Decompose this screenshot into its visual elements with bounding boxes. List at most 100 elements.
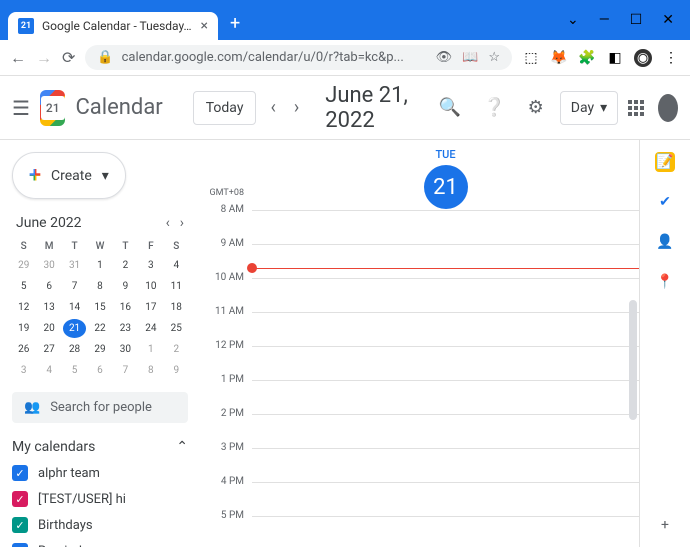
view-selector[interactable]: Day ▾ (560, 91, 618, 125)
browser-tab[interactable]: 21 Google Calendar - Tuesday, June × (8, 12, 218, 40)
prev-period-icon[interactable]: ‹ (266, 97, 279, 118)
time-slot[interactable] (252, 278, 639, 312)
mini-day[interactable]: 29 (88, 340, 111, 359)
new-tab-button[interactable]: + (230, 13, 240, 34)
time-slot[interactable] (252, 210, 639, 244)
tasks-icon[interactable]: ✔ (655, 192, 675, 212)
time-row[interactable]: 1 PM (200, 380, 639, 414)
time-row[interactable]: 3 PM (200, 448, 639, 482)
help-icon[interactable]: ❔ (477, 97, 511, 118)
calendar-checkbox[interactable]: ✓ (12, 543, 28, 547)
mini-day[interactable]: 13 (37, 298, 60, 317)
time-row[interactable]: 8 AM (200, 210, 639, 244)
time-row[interactable]: 12 PM (200, 346, 639, 380)
mini-day[interactable]: 28 (63, 340, 86, 359)
mini-day[interactable]: 21 (63, 319, 86, 338)
search-icon[interactable]: 🔍 (433, 97, 467, 118)
mini-day[interactable]: 27 (37, 340, 60, 359)
mini-day[interactable]: 9 (165, 361, 188, 380)
reload-icon[interactable]: ⟳ (62, 48, 75, 67)
mini-prev-icon[interactable]: ‹ (166, 215, 170, 231)
mini-day[interactable]: 9 (114, 277, 137, 296)
google-apps-icon[interactable] (628, 100, 644, 116)
mini-next-icon[interactable]: › (180, 215, 184, 231)
metamask-icon[interactable]: 🦊 (550, 49, 568, 67)
close-tab-icon[interactable]: × (201, 18, 208, 34)
day-view[interactable]: TUE 21 GMT+08 8 AM9 AM10 AM11 AM12 PM1 P… (200, 140, 640, 547)
mini-day[interactable]: 3 (139, 256, 162, 275)
mini-day[interactable]: 22 (88, 319, 111, 338)
time-slot[interactable] (252, 244, 639, 278)
maps-icon[interactable]: 📍 (655, 272, 675, 292)
day-number-badge[interactable]: 21 (424, 165, 468, 209)
extension-icon-3[interactable]: ◉ (634, 49, 652, 67)
time-slot[interactable] (252, 380, 639, 414)
mini-day[interactable]: 24 (139, 319, 162, 338)
calendar-checkbox[interactable]: ✓ (12, 465, 28, 481)
search-people-input[interactable]: 👥 Search for people (12, 392, 188, 423)
mini-day[interactable]: 5 (12, 277, 35, 296)
eye-icon[interactable]: 👁 (436, 50, 453, 65)
time-slot[interactable] (252, 516, 639, 547)
mini-day[interactable]: 7 (63, 277, 86, 296)
mini-day[interactable]: 14 (63, 298, 86, 317)
mini-day[interactable]: 18 (165, 298, 188, 317)
mini-day[interactable]: 1 (139, 340, 162, 359)
mini-day[interactable]: 11 (165, 277, 188, 296)
scrollbar[interactable] (629, 300, 637, 420)
today-button[interactable]: Today (193, 91, 257, 125)
next-period-icon[interactable]: › (290, 97, 303, 118)
puzzle-icon[interactable]: 🧩 (578, 49, 596, 67)
mini-day[interactable]: 31 (63, 256, 86, 275)
mini-day[interactable]: 20 (37, 319, 60, 338)
close-window-icon[interactable]: ✕ (662, 12, 674, 28)
mini-day[interactable]: 4 (37, 361, 60, 380)
translate-icon[interactable]: 📖 (462, 50, 478, 65)
keep-icon[interactable]: 📝 (655, 152, 675, 172)
mini-day[interactable]: 7 (114, 361, 137, 380)
time-slot[interactable] (252, 414, 639, 448)
star-icon[interactable]: ☆ (488, 50, 500, 65)
mini-day[interactable]: 6 (88, 361, 111, 380)
minimize-icon[interactable]: — (599, 12, 610, 28)
time-row[interactable]: 11 AM (200, 312, 639, 346)
mini-day[interactable]: 2 (165, 340, 188, 359)
calendar-list-item[interactable]: ✓Birthdays (12, 517, 188, 533)
mini-day[interactable]: 6 (37, 277, 60, 296)
my-calendars-header[interactable]: My calendars ⌃ (12, 439, 188, 455)
main-menu-icon[interactable]: ☰ (12, 96, 30, 120)
maximize-icon[interactable]: ☐ (630, 12, 643, 28)
mini-day[interactable]: 23 (114, 319, 137, 338)
time-slot[interactable] (252, 482, 639, 516)
gear-icon[interactable]: ⚙ (522, 97, 550, 118)
contacts-icon[interactable]: 👤 (655, 232, 675, 252)
calendar-checkbox[interactable]: ✓ (12, 491, 28, 507)
extension-icon-1[interactable]: ⬚ (522, 49, 540, 67)
menu-dots-icon[interactable]: ⋮ (662, 49, 680, 67)
mini-day[interactable]: 26 (12, 340, 35, 359)
mini-day[interactable]: 19 (12, 319, 35, 338)
mini-day[interactable]: 1 (88, 256, 111, 275)
add-panel-icon[interactable]: + (655, 515, 675, 535)
url-field[interactable]: 🔒 calendar.google.com/calendar/u/0/r?tab… (85, 45, 512, 70)
mini-day[interactable]: 2 (114, 256, 137, 275)
mini-day[interactable]: 30 (114, 340, 137, 359)
mini-day[interactable]: 10 (139, 277, 162, 296)
time-slot[interactable] (252, 448, 639, 482)
time-row[interactable]: 4 PM (200, 482, 639, 516)
calendar-list-item[interactable]: ✓[TEST/USER] hi (12, 491, 188, 507)
mini-day[interactable]: 5 (63, 361, 86, 380)
mini-day[interactable]: 4 (165, 256, 188, 275)
chevron-down-icon[interactable]: ⌄ (567, 12, 579, 28)
create-button[interactable]: + Create ▾ (12, 152, 126, 199)
mini-day[interactable]: 29 (12, 256, 35, 275)
extension-icon-2[interactable]: ◧ (606, 49, 624, 67)
time-slot[interactable] (252, 312, 639, 346)
forward-icon[interactable]: → (36, 48, 52, 68)
time-row[interactable]: 5 PM (200, 516, 639, 547)
mini-day[interactable]: 30 (37, 256, 60, 275)
mini-day[interactable]: 15 (88, 298, 111, 317)
time-slot[interactable] (252, 346, 639, 380)
back-icon[interactable]: ← (10, 48, 26, 68)
calendar-list-item[interactable]: ✓Reminders (12, 543, 188, 547)
